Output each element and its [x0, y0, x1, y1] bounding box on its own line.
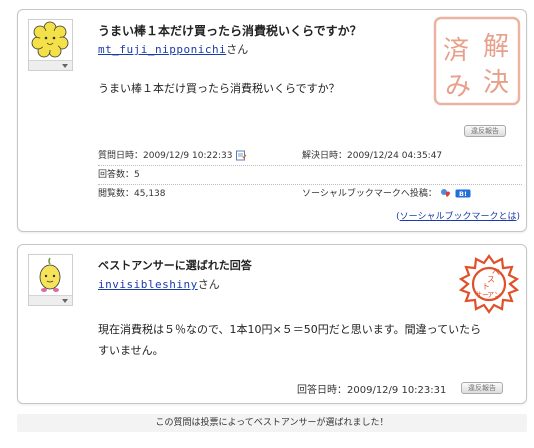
views-row: 閲覧数：45,138 ソーシャルブックマークへ投稿： B! — [98, 185, 522, 204]
best-stamp-char-4: アン — [487, 291, 501, 299]
avatar-dropdown-button[interactable] — [29, 60, 72, 70]
view-count: 閲覧数：45,138 — [98, 189, 166, 199]
yellow-flower-character-icon — [31, 21, 69, 58]
avatar-dropdown-button[interactable] — [29, 295, 72, 305]
question-body: うまい棒１本だけ買ったら消費税いくらですか？ — [98, 82, 340, 95]
social-bookmark-help-link[interactable]: ソーシャルブックマークとは — [400, 212, 517, 222]
solved-stamp: 解 済 決 み — [433, 16, 521, 106]
question-user-link[interactable]: mt_fuji_nipponichi — [98, 43, 226, 56]
best-stamp-char-3: ト — [482, 282, 490, 291]
best-answer-stamp: ベ ス ト アン サー — [458, 254, 520, 314]
best-answer-body-line-2: すいません。 — [98, 344, 164, 357]
question-user: mt_fuji_nipponichiさん — [98, 41, 248, 57]
question-card: うまい棒１本だけ買ったら消費税いくらですか？ mt_fuji_nipponich… — [17, 9, 527, 232]
social-bookmark-label: ソーシャルブックマークへ投稿： — [302, 189, 437, 199]
social-help-close: ) — [516, 212, 520, 222]
best-stamp-char-5: サー — [475, 291, 489, 299]
vote-notice-bar: この質問は投票によってベストアンサーが選ばれました！ — [17, 414, 527, 432]
answer-user-link[interactable]: invisibleshiny — [98, 278, 198, 291]
answer-report-button[interactable]: 違反報告 — [461, 382, 503, 394]
answer-count: 回答数：5 — [98, 170, 140, 180]
yellow-onion-character-icon — [39, 257, 61, 292]
notepad-icon[interactable] — [235, 150, 247, 161]
best-answer-card: ベストアンサーに選ばれた回答 invisibleshinyさん ベ ス ト アン… — [17, 244, 527, 404]
solved-stamp-char-2: 済 — [443, 36, 469, 66]
question-user-avatar[interactable] — [28, 19, 73, 71]
answer-user: invisibleshinyさん — [98, 276, 220, 292]
best-answer-title: ベストアンサーに選ばれた回答 — [98, 259, 252, 272]
hatena-bookmark-icon[interactable]: B! — [455, 189, 471, 198]
best-answer-body: 現在消費税は５％なので、1本10円×５＝50円だと思います。間違っていたら すい… — [98, 319, 481, 361]
question-dates-row: 質問日時：2009/12/9 10:22:33 解決日時：2009/12/24 … — [98, 147, 522, 166]
question-user-suffix: さん — [226, 43, 249, 56]
answer-user-suffix: さん — [197, 278, 220, 291]
answer-user-avatar[interactable] — [28, 254, 73, 306]
answer-count-row: 回答数：5 — [98, 166, 522, 185]
bookmark-heart-icon[interactable] — [440, 188, 452, 199]
question-title: うまい棒１本だけ買ったら消費税いくらですか？ — [98, 24, 362, 38]
question-report-button[interactable]: 違反報告 — [464, 125, 506, 137]
resolved-date: 解決日時：2009/12/24 04:35:47 — [302, 151, 443, 161]
best-answer-body-line-1: 現在消費税は５％なので、1本10円×５＝50円だと思います。間違っていたら — [98, 323, 482, 336]
solved-stamp-char-3: 決 — [483, 68, 509, 98]
solved-stamp-char-4: み — [445, 72, 471, 102]
answered-date: 回答日時：2009/12/9 10:23:31 — [297, 385, 447, 396]
asked-date: 質問日時：2009/12/9 10:22:33 — [98, 151, 233, 161]
solved-stamp-char-1: 解 — [483, 32, 509, 62]
hatena-badge-text: B! — [459, 190, 467, 198]
social-bookmark-help: (ソーシャルブックマークとは) — [396, 209, 520, 222]
social-bookmark: ソーシャルブックマークへ投稿： B! — [302, 185, 471, 204]
